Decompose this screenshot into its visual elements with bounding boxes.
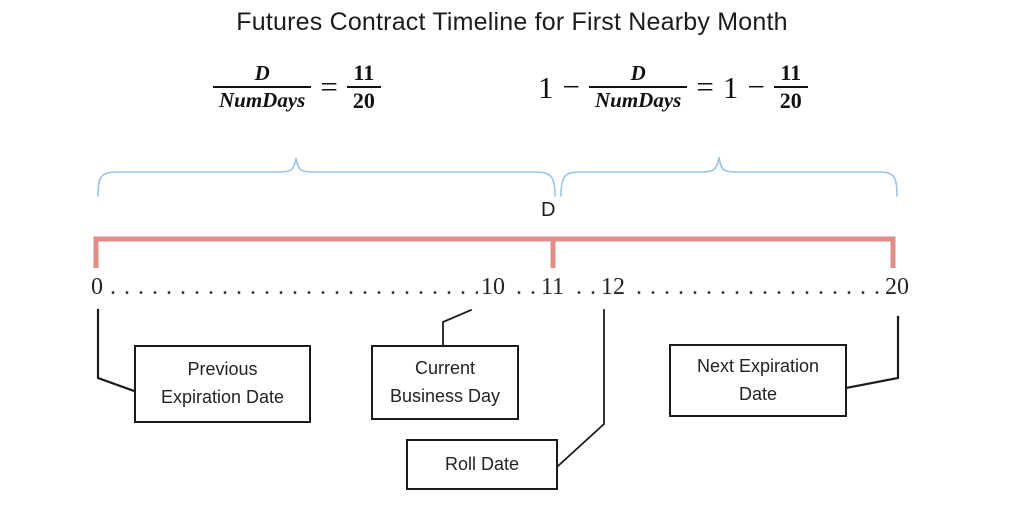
fraction-denominator: NumDays: [594, 88, 682, 112]
fraction-11-over-20-right: 11 20: [773, 60, 808, 113]
axis-tick-0: 0: [91, 274, 103, 300]
leader-line-next-expiration: [844, 315, 900, 390]
leader-line-roll-date: [556, 309, 605, 468]
equals-sign-right: =: [696, 68, 714, 104]
operand-one-result: 1: [722, 69, 739, 105]
axis-leader-10-to-11: . . . . . . . . . . . . . . . . . . . . …: [516, 274, 540, 300]
axis-tick-10: 10: [481, 274, 505, 300]
fraction-numerator: 11: [780, 60, 802, 85]
axis-tick-20: 20: [885, 274, 909, 300]
fraction-numerator: D: [630, 61, 646, 85]
fraction-d-over-numdays-left: D NumDays: [213, 61, 312, 112]
span-label-d: D: [541, 199, 556, 221]
callout-line-1: Roll Date: [444, 453, 520, 474]
callout-next-expiration-date[interactable]: Next Expiration Date: [669, 344, 847, 417]
callout-line-1: Current: [414, 357, 476, 378]
formula-left: D NumDays = 11 20: [213, 62, 381, 112]
leader-line-previous-expiration: [96, 308, 139, 394]
minus-sign-result: −: [747, 68, 765, 104]
operand-one: 1: [538, 69, 554, 105]
leader-line-current-business-day: [442, 308, 473, 346]
fraction-11-over-20-left: 11 20: [346, 60, 381, 113]
axis-leader-0-to-10: . . . . . . . . . . . . . . . . . . . . …: [110, 274, 478, 300]
callout-line-2: Business Day: [389, 385, 501, 406]
callout-line-2: Date: [738, 383, 778, 404]
axis-tick-11: 11: [541, 274, 565, 300]
vector-layer: [93, 156, 900, 468]
callout-line-1: Next Expiration: [696, 355, 820, 376]
brace-right: [560, 156, 898, 197]
axis-tick-12: 12: [601, 274, 625, 300]
timeline-bracket: [93, 236, 896, 268]
fraction-d-over-numdays-right: D NumDays: [588, 61, 688, 112]
diagram-canvas: Futures Contract Timeline for First Near…: [0, 0, 1024, 512]
callout-roll-date[interactable]: Roll Date: [406, 439, 558, 490]
fraction-denominator: 20: [352, 88, 375, 113]
callout-current-business-day[interactable]: Current Business Day: [371, 345, 519, 420]
fraction-denominator: 20: [779, 88, 802, 113]
fraction-denominator: NumDays: [219, 88, 306, 112]
axis-leader-12-to-20: . . . . . . . . . . . . . . . . . . . . …: [636, 274, 882, 300]
callout-line-2: Expiration Date: [160, 387, 285, 407]
axis-leader-11-to-12: . . . . . . . . . . . . . . . . . . . . …: [576, 274, 600, 300]
brace-left: [97, 157, 556, 197]
callout-line-1: Previous: [187, 359, 258, 380]
callout-previous-expiration-date[interactable]: Previous Expiration Date: [134, 345, 311, 423]
fraction-numerator: D: [254, 61, 270, 85]
formula-right: 1 − D NumDays = 1 − 11 20: [538, 62, 808, 112]
minus-sign: −: [562, 68, 580, 104]
fraction-numerator: 11: [353, 60, 375, 85]
equals-sign-left: =: [320, 68, 338, 104]
page-title: Futures Contract Timeline for First Near…: [236, 8, 788, 36]
